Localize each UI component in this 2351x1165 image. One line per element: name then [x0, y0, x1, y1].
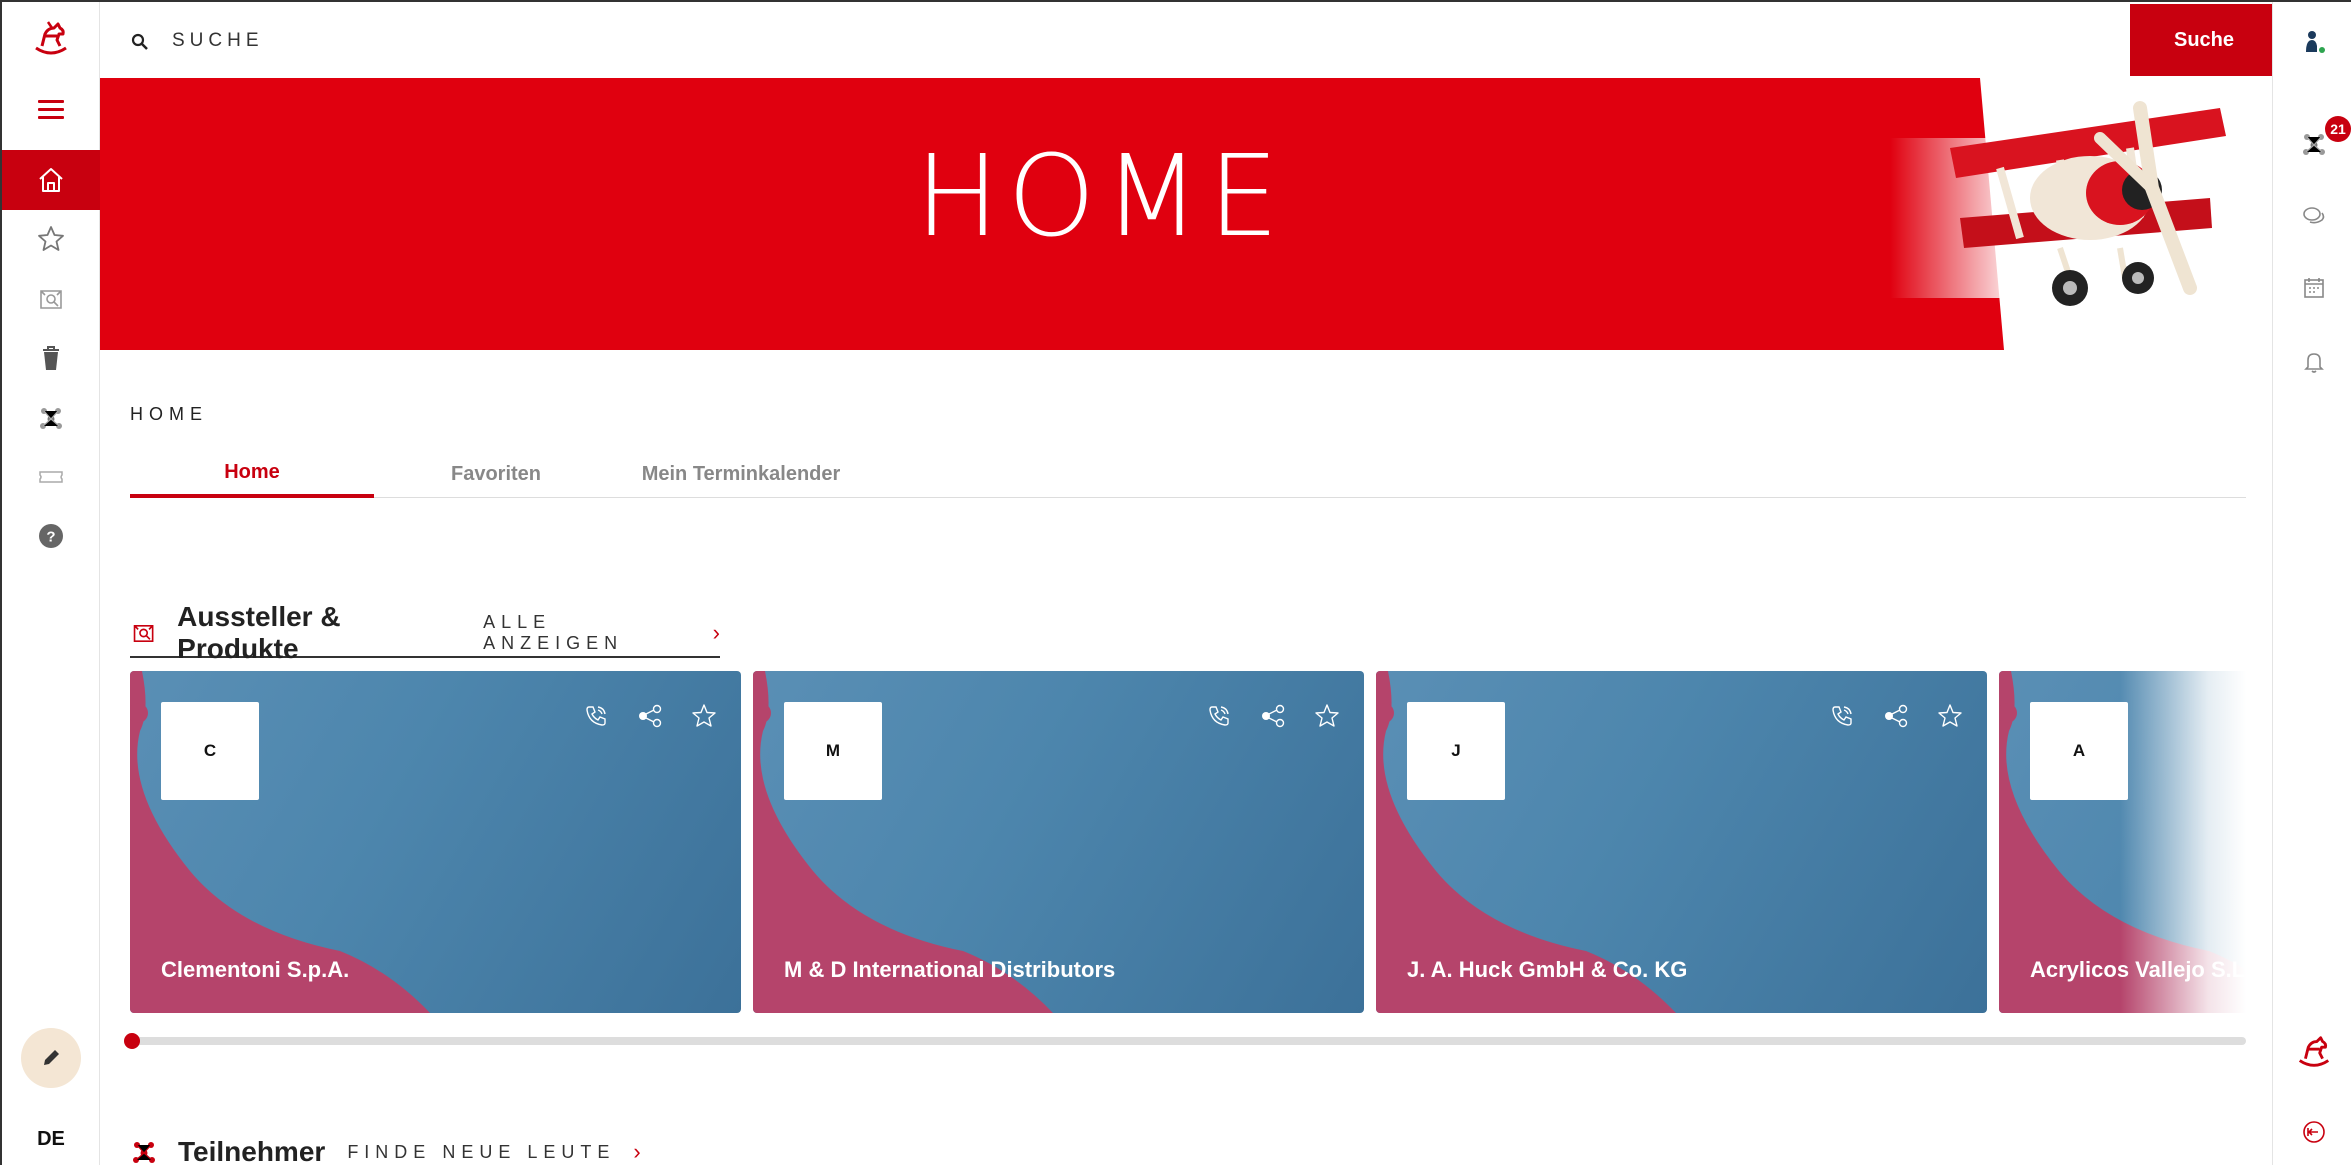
search-icon	[131, 33, 148, 50]
chat-icon	[2302, 207, 2324, 224]
network-icon	[2302, 134, 2325, 155]
tab-home[interactable]: Home	[130, 450, 374, 498]
network-icon	[40, 408, 62, 429]
favorite-button[interactable]	[1923, 703, 1977, 729]
svg-text:?: ?	[46, 529, 55, 546]
star-icon	[1938, 704, 1962, 727]
trash-icon	[43, 346, 59, 370]
tab-favorites[interactable]: Favoriten	[374, 450, 618, 498]
exhibitor-name: M & D International Distributors	[784, 957, 1116, 982]
carousel-fade	[2120, 671, 2246, 1015]
exhibitor-card[interactable]: J J. A. Huck GmbH & Co. KG	[1376, 671, 1987, 1013]
notifications-button[interactable]	[2273, 342, 2351, 382]
find-people-link[interactable]: FINDE NEUE LEUTE	[347, 1142, 615, 1163]
sidebar-item-help[interactable]: ?	[2, 506, 100, 566]
network-icon	[133, 1142, 155, 1163]
right-sidebar: 21	[2272, 2, 2351, 1165]
share-icon	[1885, 704, 1908, 728]
collapse-sidebar-button[interactable]	[2273, 1112, 2351, 1152]
phone-icon	[1832, 706, 1852, 726]
phone-icon	[1209, 706, 1229, 726]
help-icon: ?	[39, 524, 63, 548]
search-button[interactable]: Suche	[2130, 4, 2278, 76]
left-sidebar: ? DE	[2, 2, 100, 1165]
pencil-icon	[44, 1050, 59, 1065]
top-search-bar: Suche	[100, 2, 2278, 78]
chevron-right-icon[interactable]: ›	[713, 620, 720, 646]
rocking-horse-logo-icon[interactable]	[30, 18, 72, 60]
share-button[interactable]	[623, 703, 677, 729]
favorite-button[interactable]	[677, 703, 731, 729]
biplane-illustration	[1890, 101, 2226, 306]
menu-icon[interactable]	[38, 100, 64, 120]
exhibitor-logo: J	[1407, 702, 1505, 800]
share-icon	[1262, 704, 1285, 728]
sidebar-item-trash[interactable]	[2, 328, 100, 388]
phone-icon	[586, 706, 606, 726]
language-switcher[interactable]: DE	[2, 1128, 100, 1151]
section-title: Aussteller & Produkte	[177, 601, 341, 664]
participants-section-header: Teilnehmer FINDE NEUE LEUTE ›	[130, 1130, 641, 1165]
collapse-icon	[2302, 1121, 2325, 1143]
tab-calendar[interactable]: Mein Terminkalender	[618, 450, 864, 498]
home-icon	[39, 168, 63, 192]
share-button[interactable]	[1246, 703, 1300, 729]
search-input[interactable]	[172, 26, 1972, 56]
user-avatar-icon	[2305, 31, 2325, 53]
exhibitor-logo: C	[161, 702, 259, 800]
rocking-horse-icon	[2298, 1036, 2329, 1067]
sidebar-item-favorites[interactable]	[2, 209, 100, 269]
card-actions	[569, 703, 731, 729]
exhibitor-icon	[40, 290, 62, 309]
star-icon	[1315, 704, 1339, 727]
bell-icon	[2303, 353, 2324, 373]
calendar-icon	[2303, 278, 2324, 298]
exhibitor-card[interactable]: C Clementoni S.p.A.	[130, 671, 741, 1013]
show-all-link[interactable]: ALLE ANZEIGEN	[483, 612, 695, 654]
rocking-horse-button[interactable]	[2273, 1032, 2351, 1072]
share-button[interactable]	[1869, 703, 1923, 729]
exhibitor-icon	[133, 624, 154, 642]
exhibitors-section-header: Aussteller & Produkte ALLE ANZEIGEN ›	[130, 601, 720, 664]
ticket-icon	[39, 471, 63, 483]
chat-button[interactable]	[2273, 196, 2351, 236]
star-icon	[38, 226, 64, 251]
breadcrumb: HOME	[130, 404, 208, 424]
star-icon	[692, 704, 716, 727]
call-button[interactable]	[1815, 703, 1869, 729]
user-profile[interactable]	[2273, 22, 2351, 62]
calendar-button[interactable]	[2273, 268, 2351, 308]
exhibitor-card[interactable]: M M & D International Distributors	[753, 671, 1364, 1013]
sidebar-item-tickets[interactable]	[2, 447, 100, 507]
section-title: Teilnehmer	[178, 1136, 326, 1165]
carousel-scrollbar[interactable]	[124, 1033, 2246, 1049]
exhibitor-carousel: C Clementoni S.p.A. M M & D Internationa…	[130, 671, 2246, 1015]
scrollbar-thumb[interactable]	[124, 1033, 140, 1049]
sidebar-item-home[interactable]	[2, 150, 100, 210]
exhibitor-logo: M	[784, 702, 882, 800]
exhibitor-name: J. A. Huck GmbH & Co. KG	[1407, 957, 1688, 982]
app-root: ? DE Suche 21	[0, 0, 2351, 1165]
chevron-right-icon[interactable]: ›	[633, 1139, 640, 1165]
edit-button[interactable]	[21, 1028, 81, 1088]
call-button[interactable]	[569, 703, 623, 729]
favorite-button[interactable]	[1300, 703, 1354, 729]
exhibitor-logo: A	[2030, 702, 2128, 800]
network-notifications[interactable]: 21	[2273, 116, 2351, 164]
tab-bar: Home Favoriten Mein Terminkalender	[130, 450, 2246, 498]
card-actions	[1192, 703, 1354, 729]
card-actions	[1815, 703, 1977, 729]
call-button[interactable]	[1192, 703, 1246, 729]
share-icon	[639, 704, 662, 728]
sidebar-item-exhibitors[interactable]	[2, 269, 100, 329]
exhibitor-name: Clementoni S.p.A.	[161, 957, 350, 982]
sidebar-item-network[interactable]	[2, 388, 100, 448]
hero-banner: HOME	[100, 78, 2272, 350]
notification-badge: 21	[2325, 116, 2351, 142]
